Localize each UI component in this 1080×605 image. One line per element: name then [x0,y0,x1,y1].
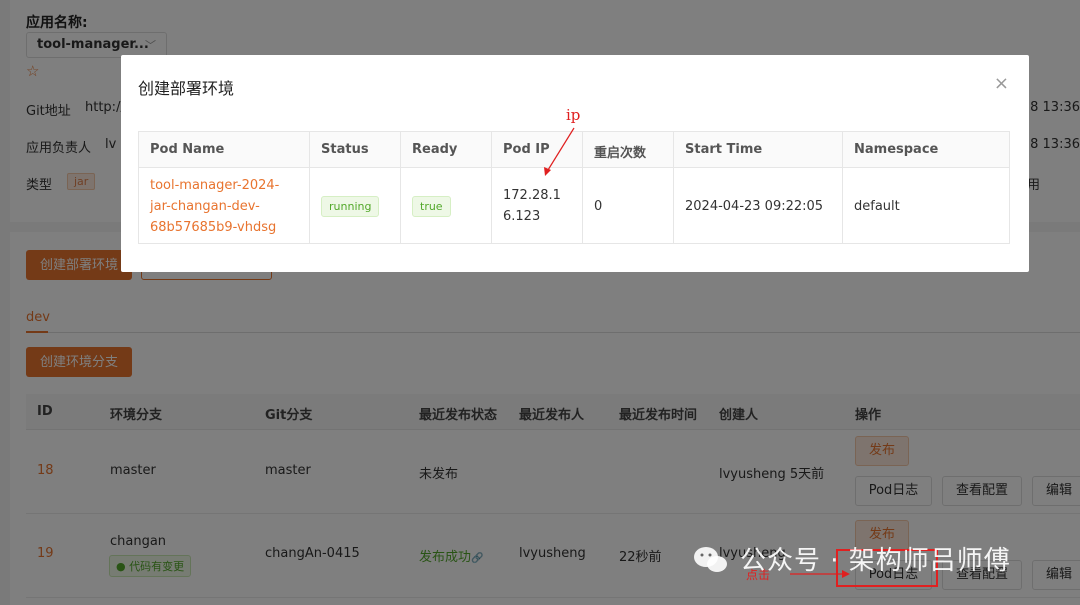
ready-badge: true [412,196,451,217]
col-namespace: Namespace [854,142,939,157]
namespace-value: default [854,199,900,214]
start-time-value: 2024-04-23 09:22:05 [685,199,824,214]
col-divider [842,132,843,243]
pod-name-link[interactable]: tool-manager-2024-jar-changan-dev-68b576… [150,175,300,238]
col-status: Status [321,142,369,157]
col-ready: Ready [412,142,458,157]
watermark-text: 公众号 · 架构师吕师傅 [740,546,1011,576]
deploy-env-modal: 创建部署环境 × Pod Name Status Ready Pod IP 重启… [121,55,1029,272]
restarts-value: 0 [594,199,603,214]
modal-title: 创建部署环境 [138,79,235,98]
col-divider [400,132,401,243]
pod-ip-value: 172.28.16.123 [503,188,561,224]
close-icon[interactable]: × [994,73,1009,94]
col-start-time: Start Time [685,142,763,157]
col-pod-name: Pod Name [150,142,225,157]
wechat-icon [694,547,727,572]
col-divider [582,132,583,243]
col-divider [491,132,492,243]
col-restarts: 重启次数 [594,146,647,161]
pod-table: Pod Name Status Ready Pod IP 重启次数 Start … [138,131,1010,244]
ip-annotation: ip [566,106,581,124]
col-divider [309,132,310,243]
col-divider [673,132,674,243]
col-pod-ip: Pod IP [503,142,550,157]
status-badge: running [321,196,380,217]
